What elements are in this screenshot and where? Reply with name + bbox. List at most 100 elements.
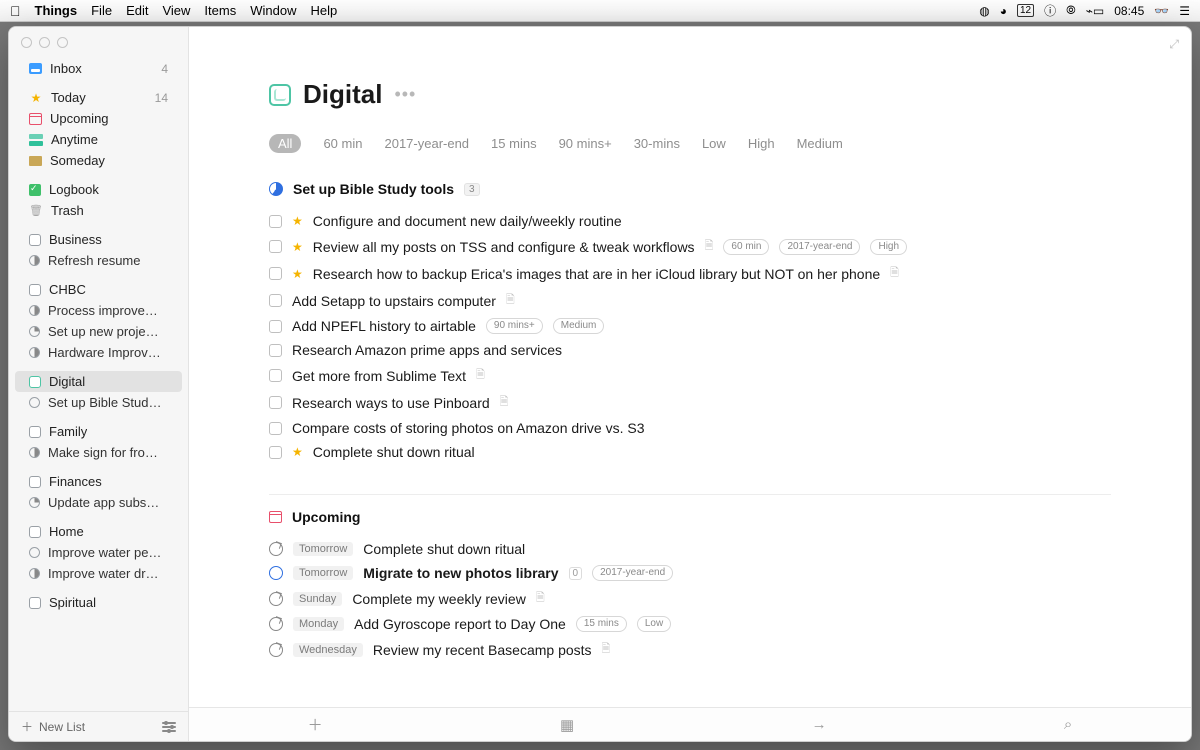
- task-tag[interactable]: 15 mins: [576, 616, 627, 632]
- sidebar-project[interactable]: Improve water pe…: [15, 542, 182, 563]
- sidebar-project[interactable]: Improve water dr…: [15, 563, 182, 584]
- sidebar-project[interactable]: Set up new proje…: [15, 321, 182, 342]
- upcoming-row[interactable]: TomorrowMigrate to new photos library020…: [269, 561, 1111, 585]
- sidebar-inbox[interactable]: Inbox4: [15, 58, 182, 79]
- filter-tag[interactable]: 2017-year-end: [384, 136, 469, 151]
- sidebar-footer: New List: [9, 711, 188, 741]
- calendar-button[interactable]: ▦: [560, 716, 574, 734]
- task-row[interactable]: Review all my posts on TSS and configure…: [269, 233, 1111, 260]
- sidebar-trash[interactable]: Trash: [15, 200, 182, 221]
- project-heading[interactable]: Set up Bible Study tools 3: [269, 181, 1111, 197]
- sidebar-project[interactable]: Hardware Improv…: [15, 342, 182, 363]
- task-row[interactable]: Configure and document new daily/weekly …: [269, 209, 1111, 233]
- menubar-battery-icon[interactable]: ⌁▭: [1086, 4, 1105, 18]
- area-icon: [29, 426, 41, 438]
- sidebar-area[interactable]: Business: [15, 229, 182, 250]
- note-icon: [506, 291, 515, 310]
- apple-menu-icon[interactable]: [10, 3, 21, 19]
- task-checkbox[interactable]: [269, 267, 282, 280]
- window-traffic-lights[interactable]: [9, 27, 188, 54]
- task-tag[interactable]: 90 mins+: [486, 318, 543, 334]
- filter-tag[interactable]: All: [269, 134, 301, 153]
- menu-items[interactable]: Items: [204, 3, 236, 18]
- upcoming-row[interactable]: SundayComplete my weekly review: [269, 585, 1111, 612]
- task-row[interactable]: Research Amazon prime apps and services: [269, 338, 1111, 362]
- menubar-glasses-icon[interactable]: 👓: [1154, 4, 1169, 18]
- settings-sliders-icon[interactable]: [162, 722, 176, 732]
- task-tag[interactable]: Low: [637, 616, 671, 632]
- menubar-info-icon[interactable]: ⓘ: [1044, 2, 1056, 19]
- task-row[interactable]: Research ways to use Pinboard: [269, 389, 1111, 416]
- task-row[interactable]: Research how to backup Erica's images th…: [269, 260, 1111, 287]
- sidebar-area[interactable]: Spiritual: [15, 592, 182, 613]
- filter-tag[interactable]: 60 min: [323, 136, 362, 151]
- filter-tag[interactable]: Medium: [797, 136, 843, 151]
- menu-edit[interactable]: Edit: [126, 3, 148, 18]
- search-button[interactable]: ⌕: [1064, 716, 1072, 733]
- menubar-clock[interactable]: 08:45: [1114, 4, 1144, 18]
- upcoming-row[interactable]: TomorrowComplete shut down ritual: [269, 537, 1111, 561]
- filter-tag[interactable]: 15 mins: [491, 136, 537, 151]
- task-checkbox[interactable]: [269, 396, 282, 409]
- sidebar-area[interactable]: Digital: [15, 371, 182, 392]
- task-checkbox[interactable]: [269, 344, 282, 357]
- sidebar-logbook[interactable]: Logbook: [15, 179, 182, 200]
- app-name[interactable]: Things: [35, 3, 78, 18]
- menubar-list-icon[interactable]: ☰: [1179, 4, 1190, 18]
- filter-tag[interactable]: Low: [702, 136, 726, 151]
- upcoming-row[interactable]: WednesdayReview my recent Basecamp posts: [269, 636, 1111, 663]
- task-checkbox[interactable]: [269, 215, 282, 228]
- sidebar-project[interactable]: Refresh resume: [15, 250, 182, 271]
- move-button[interactable]: →: [812, 716, 827, 733]
- sidebar-area[interactable]: Family: [15, 421, 182, 442]
- task-checkbox[interactable]: [269, 446, 282, 459]
- new-todo-button[interactable]: ＋: [308, 714, 323, 735]
- task-row[interactable]: Complete shut down ritual: [269, 440, 1111, 464]
- main-pane: Digital ••• All60 min2017-year-end15 min…: [189, 27, 1191, 741]
- repeat-icon: [269, 542, 283, 556]
- task-checkbox[interactable]: [269, 422, 282, 435]
- popout-icon[interactable]: ⤢: [1169, 37, 1179, 52]
- task-checkbox[interactable]: [269, 240, 282, 253]
- menu-file[interactable]: File: [91, 3, 112, 18]
- sidebar-area[interactable]: Home: [15, 521, 182, 542]
- menubar-pie-icon[interactable]: ◕: [1000, 4, 1007, 18]
- sidebar-area[interactable]: Finances: [15, 471, 182, 492]
- menubar-wifi-icon[interactable]: ⦾: [1066, 3, 1076, 18]
- new-list-button[interactable]: New List: [21, 718, 85, 735]
- sidebar-upcoming[interactable]: Upcoming: [15, 108, 182, 129]
- upcoming-row[interactable]: MondayAdd Gyroscope report to Day One15 …: [269, 612, 1111, 636]
- menubar-date-icon[interactable]: 12: [1017, 4, 1034, 17]
- task-tag[interactable]: 60 min: [723, 239, 769, 255]
- filter-tag[interactable]: High: [748, 136, 775, 151]
- task-tag[interactable]: Medium: [553, 318, 605, 334]
- sidebar-today[interactable]: Today14: [15, 87, 182, 108]
- task-row[interactable]: Add Setapp to upstairs computer: [269, 287, 1111, 314]
- note-icon: [705, 237, 714, 256]
- task-tag[interactable]: High: [870, 239, 907, 255]
- task-row[interactable]: Compare costs of storing photos on Amazo…: [269, 416, 1111, 440]
- task-tag[interactable]: 2017-year-end: [592, 565, 673, 581]
- menu-help[interactable]: Help: [310, 3, 337, 18]
- filter-tag[interactable]: 30-mins: [634, 136, 680, 151]
- menu-view[interactable]: View: [162, 3, 190, 18]
- filter-tag[interactable]: 90 mins+: [559, 136, 612, 151]
- area-options-button[interactable]: •••: [394, 84, 416, 105]
- sidebar-anytime[interactable]: Anytime: [15, 129, 182, 150]
- sidebar-area[interactable]: CHBC: [15, 279, 182, 300]
- task-checkbox[interactable]: [269, 294, 282, 307]
- sidebar-project[interactable]: Set up Bible Stud…: [15, 392, 182, 413]
- task-checkbox[interactable]: [269, 320, 282, 333]
- sidebar-project[interactable]: Make sign for fro…: [15, 442, 182, 463]
- sidebar-project[interactable]: Update app subs…: [15, 492, 182, 513]
- menu-window[interactable]: Window: [250, 3, 296, 18]
- task-title: Configure and document new daily/weekly …: [313, 213, 622, 229]
- task-row[interactable]: Add NPEFL history to airtable90 mins+Med…: [269, 314, 1111, 338]
- task-checkbox[interactable]: [269, 369, 282, 382]
- project-progress-icon: [29, 547, 40, 558]
- sidebar-someday[interactable]: Someday: [15, 150, 182, 171]
- sidebar-project[interactable]: Process improve…: [15, 300, 182, 321]
- task-tag[interactable]: 2017-year-end: [779, 239, 860, 255]
- menubar-drop-icon[interactable]: ◍: [979, 4, 989, 18]
- task-row[interactable]: Get more from Sublime Text: [269, 362, 1111, 389]
